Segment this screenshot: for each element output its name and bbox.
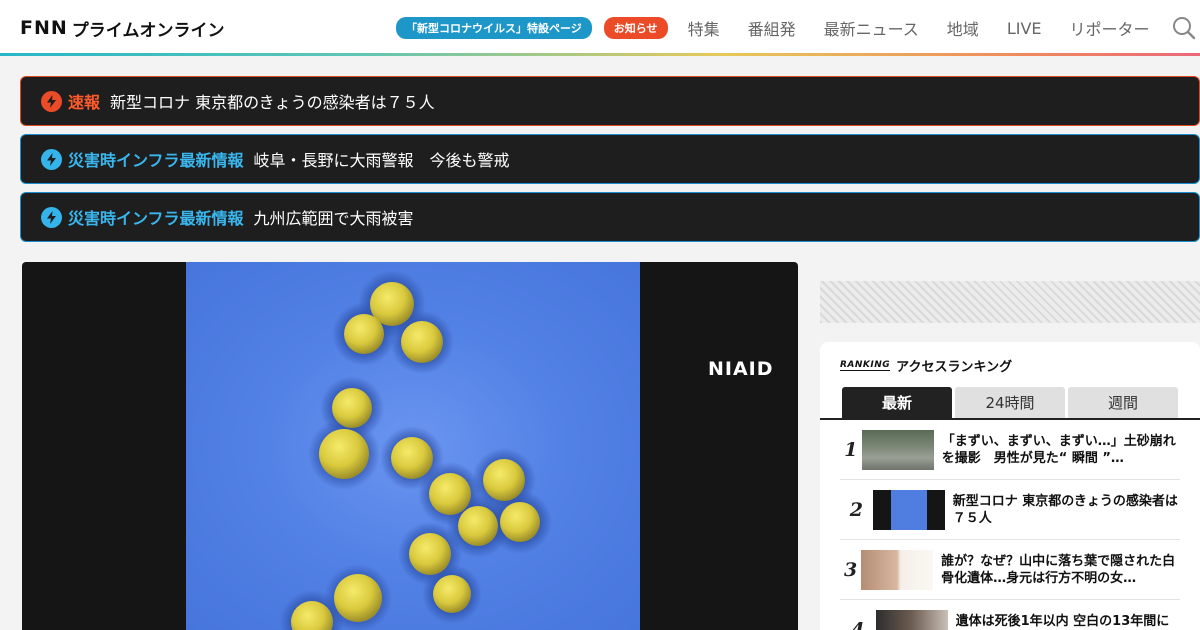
rank-number: 3 [843, 558, 858, 581]
logo-text: プライムオンライン [71, 20, 225, 41]
ranking-badge: RANKING [840, 360, 891, 371]
ranking-header: RANKING アクセスランキング [840, 356, 1012, 375]
ranking-title: アクセスランキング [896, 360, 1013, 375]
nav-item-live[interactable]: LIVE [1007, 19, 1042, 38]
ranking-list: 1 「まずい、まずい、まずい…」土砂崩れを撮影 男性が見た“ 瞬間 ”… 2 新… [840, 420, 1180, 630]
breaking-news-alert[interactable]: 速報 新型コロナ 東京都のきょうの感染者は７５人 [20, 76, 1200, 126]
alert-text: 岐阜・長野に大雨警報 今後も警戒 [253, 151, 510, 170]
ranking-item[interactable]: 1 「まずい、まずい、まずい…」土砂崩れを撮影 男性が見た“ 瞬間 ”… [840, 420, 1180, 480]
access-ranking-panel: RANKING アクセスランキング 最新 24時間 週間 1 「まずい、まずい、… [820, 342, 1200, 630]
article-thumbnail [861, 429, 934, 470]
disaster-info-alert[interactable]: 災害時インフラ最新情報 岐阜・長野に大雨警報 今後も警戒 [20, 134, 1200, 184]
disaster-info-alert[interactable]: 災害時インフラ最新情報 九州広範囲で大雨被害 [20, 192, 1200, 242]
article-thumbnail [875, 609, 948, 630]
header-accent-line [0, 53, 1200, 56]
nav-item-latest-news[interactable]: 最新ニュース [824, 16, 919, 40]
search-icon[interactable] [1172, 16, 1196, 40]
article-title: 新型コロナ 東京都のきょうの感染者は７５人 [952, 493, 1178, 526]
virus-micrograph [186, 262, 640, 630]
ranking-item[interactable]: 3 誰が？なぜ？山中に落ち葉で隠された白骨化遺体…身元は行方不明の女… [840, 540, 1180, 600]
lightning-icon [41, 206, 62, 228]
nav-item-programs[interactable]: 番組発 [748, 16, 796, 40]
tab-24-hours[interactable]: 24時間 [955, 387, 1065, 418]
rank-number: 2 [849, 498, 863, 521]
alert-text: 九州広範囲で大雨被害 [253, 209, 414, 228]
rank-number: 1 [844, 438, 858, 461]
lightning-icon [41, 148, 62, 170]
image-watermark: NIAID [708, 358, 774, 380]
hero-image[interactable]: NIAID [22, 262, 798, 630]
nav-item-region[interactable]: 地域 [947, 16, 979, 40]
alert-label: 災害時インフラ最新情報 [68, 151, 244, 170]
notice-link[interactable]: お知らせ [603, 17, 668, 39]
article-title: 「まずい、まずい、まずい…」土砂崩れを撮影 男性が見た“ 瞬間 ”… [941, 433, 1176, 466]
nav-item-features[interactable]: 特集 [688, 16, 720, 40]
ranking-item[interactable]: 2 新型コロナ 東京都のきょうの感染者は７５人 [840, 480, 1180, 540]
site-logo[interactable]: FNN プライムオンライン [20, 17, 225, 41]
ad-placeholder [820, 281, 1200, 323]
alert-label: 災害時インフラ最新情報 [68, 209, 244, 228]
ranking-item[interactable]: 4 遺体は死後1年以内 空白の13年間に一… [840, 600, 1180, 630]
site-header: FNN プライムオンライン 「新型コロナウイルス」特設ページ お知らせ 特集 番… [0, 0, 1200, 56]
tab-latest[interactable]: 最新 [842, 387, 952, 418]
rank-number: 4 [851, 618, 865, 630]
tab-weekly[interactable]: 週間 [1068, 387, 1178, 418]
nav-item-reporter[interactable]: リポーター [1070, 16, 1150, 40]
article-thumbnail [861, 549, 934, 590]
corona-special-link[interactable]: 「新型コロナウイルス」特設ページ [396, 17, 592, 39]
alert-label: 速報 [68, 93, 101, 112]
article-title: 誰が？なぜ？山中に落ち葉で隠された白骨化遺体…身元は行方不明の女… [941, 553, 1176, 586]
alert-text: 新型コロナ 東京都のきょうの感染者は７５人 [110, 93, 435, 112]
main-nav: 「新型コロナウイルス」特設ページ お知らせ 特集 番組発 最新ニュース 地域 L… [396, 0, 1160, 56]
article-title: 遺体は死後1年以内 空白の13年間に一… [955, 613, 1170, 629]
article-thumbnail [872, 489, 945, 530]
lightning-icon [41, 90, 62, 112]
logo-mark: FNN [20, 17, 68, 39]
ranking-tabs: 最新 24時間 週間 [842, 387, 1181, 418]
